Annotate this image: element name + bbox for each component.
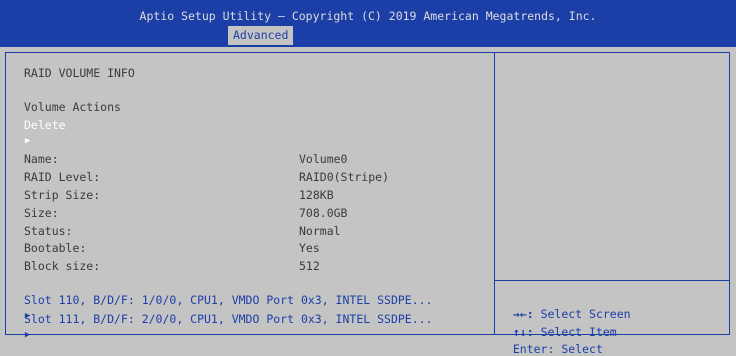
field-label-name: Name: (24, 152, 59, 166)
field-value-size: 708.0GB (299, 206, 348, 220)
field-label-size: Size: (24, 206, 59, 220)
help-key-enter: Enter: (512, 342, 555, 356)
slot-110-item[interactable]: Slot 110, B/D/F: 1/0/0, CPU1, VMDO Port … (24, 293, 433, 307)
field-value-bootable: Yes (299, 241, 320, 255)
help-divider (495, 280, 730, 281)
delete-label[interactable]: Delete (24, 118, 66, 132)
field-value-block-size: 512 (299, 259, 320, 273)
slot-111-item[interactable]: Slot 111, B/D/F: 2/0/0, CPU1, VMDO Port … (24, 312, 433, 326)
field-label-status: Status: (24, 224, 73, 238)
field-value-strip-size: 128KB (299, 188, 334, 202)
submenu-arrow-icon: ▶ (24, 136, 31, 146)
header-bar: Aptio Setup Utility – Copyright (C) 2019… (0, 0, 736, 47)
field-value-name: Volume0 (299, 152, 348, 166)
help-enter-select: Enter: Select (499, 328, 603, 356)
panel-divider (494, 52, 495, 335)
field-value-raid-level: RAID0(Stripe) (299, 170, 390, 184)
volume-actions-label: Volume Actions (24, 100, 121, 114)
section-title: RAID VOLUME INFO (24, 66, 135, 80)
field-label-raid-level: RAID Level: (24, 170, 101, 184)
app-title: Aptio Setup Utility – Copyright (C) 2019… (139, 9, 597, 23)
field-value-status: Normal (299, 224, 341, 238)
help-text-select: Select (554, 342, 603, 356)
field-label-bootable: Bootable: (24, 241, 87, 255)
tab-advanced[interactable]: Advanced (228, 26, 294, 45)
field-label-strip-size: Strip Size: (24, 188, 101, 202)
field-label-block-size: Block size: (24, 259, 101, 273)
